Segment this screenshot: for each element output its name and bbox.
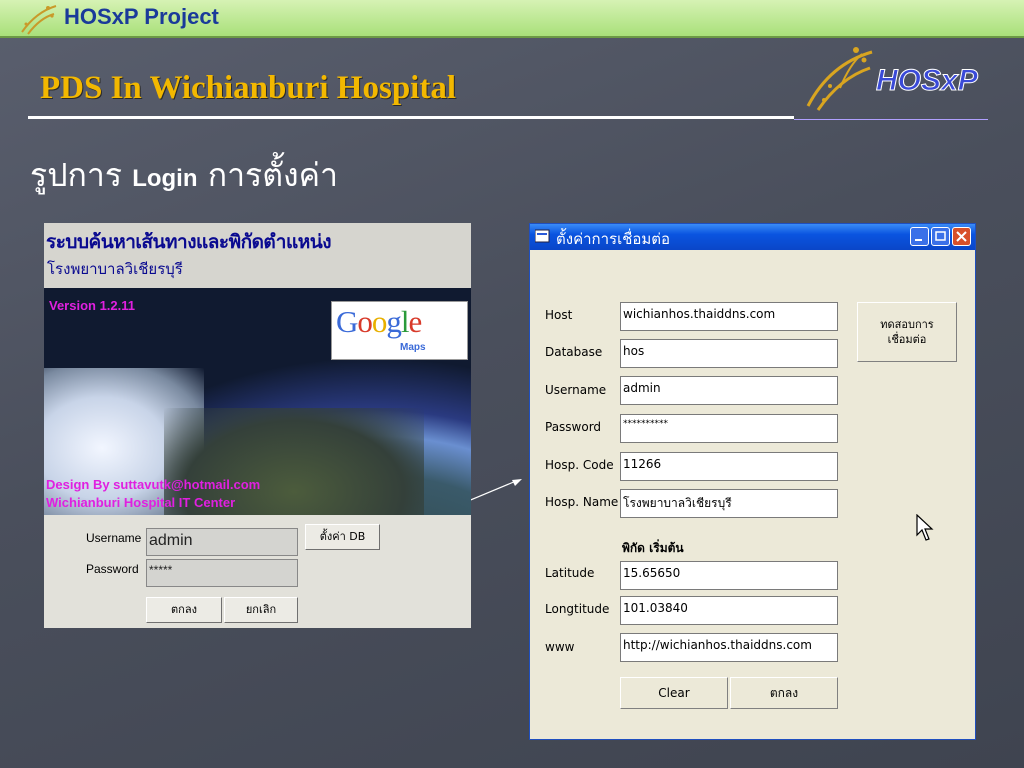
splash-title: ระบบค้นหาเส้นทางและพิกัดตำแหน่ง — [46, 231, 331, 253]
test-button-line2: เชื่อมต่อ — [887, 333, 927, 346]
google-maps-logo: Google Maps — [331, 301, 468, 360]
hosp-name-label: Hosp. Name — [545, 495, 619, 509]
dialog-ok-button[interactable]: ตกลง — [730, 677, 838, 709]
minimize-icon — [915, 239, 922, 241]
maximize-button[interactable] — [931, 227, 950, 246]
version-label: Version 1.2.11 — [49, 298, 136, 313]
maximize-icon — [935, 231, 946, 241]
coords-section-label: พิกัด เริ่มต้น — [622, 541, 684, 555]
window-app-icon — [535, 229, 550, 243]
password-label: Password — [86, 562, 139, 576]
clear-button[interactable]: Clear — [620, 677, 728, 709]
close-icon — [956, 231, 967, 242]
password-input[interactable]: ********** — [620, 414, 838, 443]
longitude-input[interactable]: 101.03840 — [620, 596, 838, 625]
www-input[interactable]: http://wichianhos.thaiddns.com — [620, 633, 838, 662]
www-label: www — [545, 640, 575, 654]
splash-login-form: Username Password admin ***** ตั้งค่า DB… — [44, 515, 471, 628]
mouse-pointer-icon — [916, 514, 934, 541]
hosp-code-input[interactable]: 11266 — [620, 452, 838, 481]
host-label: Host — [545, 308, 573, 322]
test-connection-button[interactable]: ทดสอบการ เชื่อมต่อ — [857, 302, 957, 362]
test-button-line1: ทดสอบการ — [880, 318, 934, 331]
minimize-button[interactable] — [910, 227, 929, 246]
splash-header: ระบบค้นหาเส้นทางและพิกัดตำแหน่ง โรงพยาบา… — [44, 223, 471, 288]
dialog-titlebar: ตั้งค่าการเชื่อมต่อ — [530, 224, 975, 250]
password-label: Password — [545, 420, 602, 434]
host-input[interactable]: wichianhos.thaiddns.com — [620, 302, 838, 331]
close-button[interactable] — [952, 227, 971, 246]
username-input[interactable]: admin — [146, 528, 298, 556]
database-input[interactable]: hos — [620, 339, 838, 368]
connection-settings-dialog: ตั้งค่าการเชื่อมต่อ Host wichianhos.thai… — [529, 223, 976, 740]
username-input[interactable]: admin — [620, 376, 838, 405]
login-splash-window: ระบบค้นหาเส้นทางและพิกัดตำแหน่ง โรงพยาบา… — [44, 223, 471, 628]
latitude-input[interactable]: 15.65650 — [620, 561, 838, 590]
database-label: Database — [545, 345, 603, 359]
db-settings-button[interactable]: ตั้งค่า DB — [305, 524, 380, 550]
earth-image: Version 1.2.11 Google Maps Design By sut… — [44, 288, 471, 515]
longitude-label: Longtitude — [545, 602, 610, 616]
splash-hospital-name: โรงพยาบาลวิเชียรบุรี — [47, 260, 183, 278]
hosp-code-label: Hosp. Code — [545, 458, 614, 472]
password-input[interactable]: ***** — [146, 559, 298, 587]
dialog-title: ตั้งค่าการเชื่อมต่อ — [556, 230, 671, 248]
design-credit: Design By suttavutk@hotmail.com — [46, 477, 261, 492]
latitude-label: Latitude — [545, 566, 595, 580]
hosp-name-input[interactable]: โรงพยาบาลวิเชียรบุรี — [620, 489, 838, 518]
maps-word: Maps — [400, 342, 426, 353]
username-label: Username — [545, 383, 607, 397]
it-center-credit: Wichianburi Hospital IT Center — [46, 495, 236, 510]
google-wordmark: Google — [336, 304, 422, 339]
username-label: Username — [86, 531, 142, 545]
login-cancel-button[interactable]: ยกเลิก — [224, 597, 298, 623]
login-ok-button[interactable]: ตกลง — [146, 597, 222, 623]
